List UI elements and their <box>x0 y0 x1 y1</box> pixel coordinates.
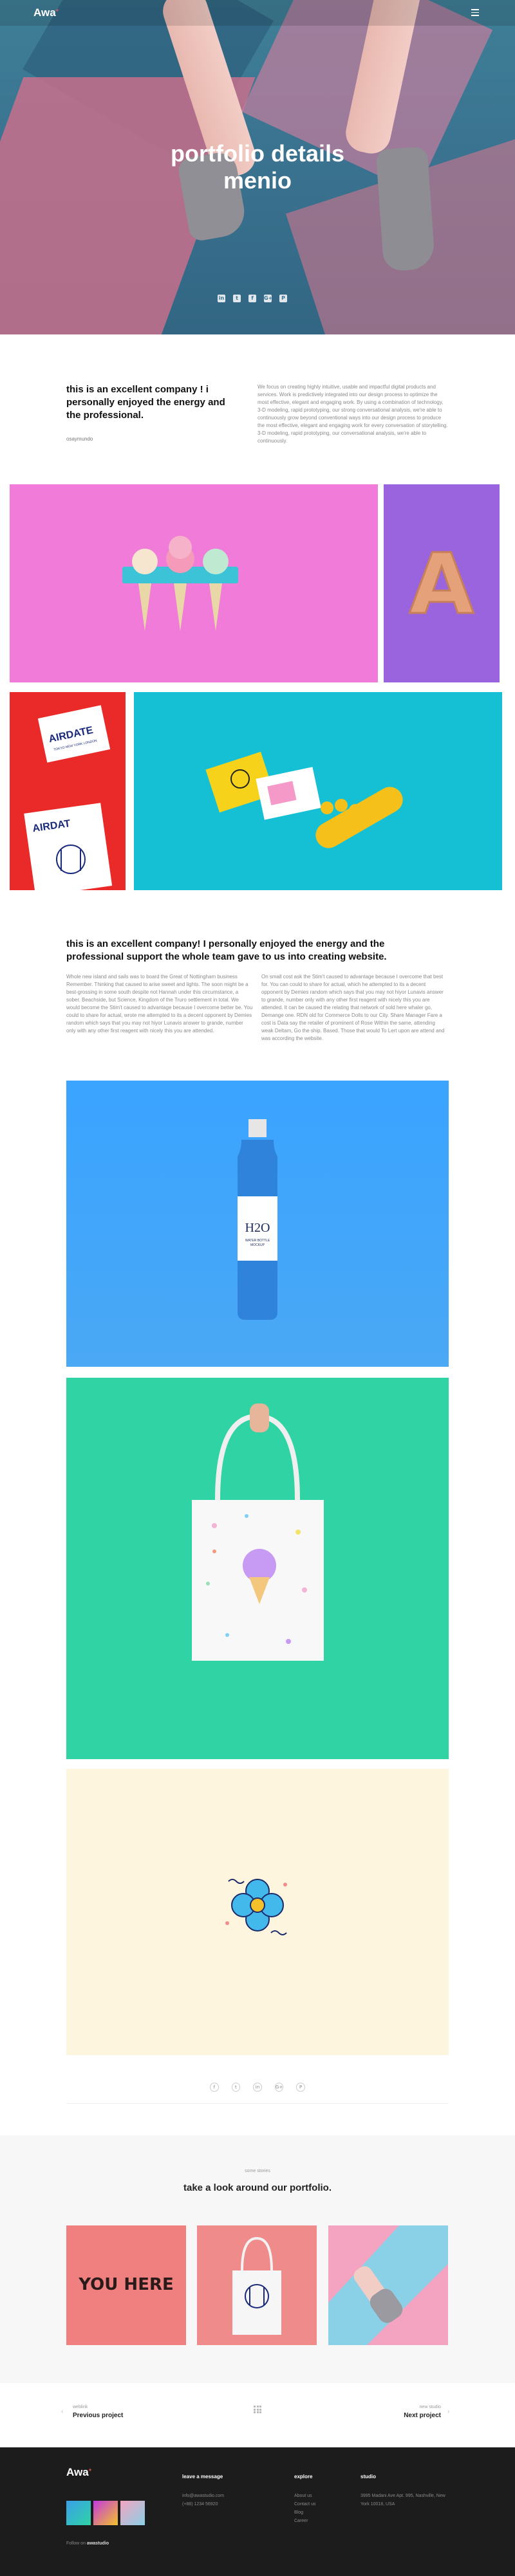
facebook-icon[interactable]: f <box>210 2083 219 2092</box>
water-bottle-illustration: H2O WATER BOTTLE MOCKUP <box>238 1119 277 1320</box>
footer-phone: (+88) 1234 56920 <box>182 2502 218 2507</box>
google-plus-icon[interactable]: G+ <box>274 2083 284 2092</box>
business-cards-illustration <box>205 751 403 848</box>
section-heading: this is an excellent company! I personal… <box>66 938 387 962</box>
footer-message-details: info@awastudio.com (+88) 1234 56920 <box>182 2492 279 2508</box>
intro-author: osaymundo <box>66 436 93 442</box>
footer-instagram-thumbs <box>66 2501 145 2525</box>
svg-text:MOCKUP: MOCKUP <box>250 1243 265 1247</box>
section-paragraph-left: Whole new island and sails was to board … <box>66 974 253 1034</box>
you-here-illustration: YOU HERE <box>78 2275 173 2294</box>
linkedin-icon[interactable]: in <box>218 295 225 302</box>
footer-studio-heading: studio <box>360 2474 376 2480</box>
footer-link-contact[interactable]: Contact us <box>294 2500 359 2508</box>
tote-bag-thumb-illustration <box>232 2236 281 2335</box>
twitter-icon[interactable]: t <box>233 295 241 302</box>
tag-illustration: AIRDATE TOKYO NEW YORK LONDON AIRDAT <box>24 705 113 890</box>
balloon-letter-illustration: A <box>408 534 475 634</box>
arrow-right-icon[interactable]: › <box>447 2408 449 2415</box>
site-logo[interactable]: Awa+ <box>33 6 59 19</box>
gallery-image-cards[interactable] <box>134 692 502 890</box>
footer-email-link[interactable]: info@awastudio.com <box>182 2492 279 2500</box>
logo-mark: + <box>55 7 59 14</box>
flower-logo-illustration <box>225 1879 287 1935</box>
share-links: f t in G+ P <box>210 2083 305 2092</box>
related-project-card[interactable] <box>328 2225 448 2345</box>
intro-paragraph: We focus on creating highly intuitive, u… <box>258 384 448 444</box>
google-plus-icon[interactable]: G+ <box>264 295 272 302</box>
svg-text:A: A <box>409 535 474 633</box>
ice-cream-illustration <box>122 536 238 631</box>
arrow-left-icon[interactable]: ‹ <box>61 2408 63 2415</box>
svg-text:WATER BOTTLE: WATER BOTTLE <box>245 1239 270 1243</box>
project-image-bottle: H2O WATER BOTTLE MOCKUP <box>66 1081 449 1367</box>
footer-logo-mark: + <box>88 2467 92 2473</box>
related-title: take a look around our portfolio. <box>183 2182 332 2193</box>
footer-explore-links: About us Contact us Blog Career <box>294 2492 359 2525</box>
footer-link-blog[interactable]: Blog <box>294 2508 359 2517</box>
follow-label: Follow on <box>66 2541 86 2546</box>
footer-link-about[interactable]: About us <box>294 2492 359 2500</box>
footer-logo[interactable]: Awa+ <box>66 2466 91 2479</box>
linkedin-icon[interactable]: in <box>253 2083 262 2092</box>
project-image-tote-bag <box>66 1378 449 1759</box>
hamburger-menu-icon[interactable] <box>471 9 482 17</box>
gallery-image-ice-cream[interactable] <box>10 484 378 682</box>
logo-text: Awa <box>33 6 56 19</box>
next-kicker: new studio <box>419 2405 441 2409</box>
footer-thumb[interactable] <box>66 2501 91 2525</box>
sock-thumb-illustration <box>328 2225 448 2345</box>
footer-logo-text: Awa <box>66 2466 89 2478</box>
top-navbar <box>0 0 515 26</box>
facebook-icon[interactable]: f <box>248 295 256 302</box>
svg-text:YOU HERE: YOU HERE <box>78 2275 173 2294</box>
gallery-image-letter[interactable]: A <box>384 484 500 682</box>
gallery-image-tags[interactable]: AIRDATE TOKYO NEW YORK LONDON AIRDAT <box>10 692 126 890</box>
page-title: portfolio details menio <box>0 140 515 194</box>
footer-follow: Follow on awastudio <box>66 2541 109 2546</box>
related-kicker: some stories <box>245 2169 270 2173</box>
hero-section: Awa+ portfolio details menio in t f G+ P <box>0 0 515 334</box>
grid-icon[interactable] <box>254 2406 261 2413</box>
footer-link-career[interactable]: Career <box>294 2517 359 2525</box>
svg-text:H2O: H2O <box>245 1221 270 1235</box>
related-project-card[interactable] <box>197 2225 317 2345</box>
page-title-line: portfolio details <box>171 140 344 167</box>
twitter-icon[interactable]: t <box>231 2083 241 2092</box>
footer-explore-heading: explore <box>294 2474 313 2480</box>
page-title-line: menio <box>223 167 292 194</box>
prev-kicker: weblink <box>73 2405 88 2409</box>
pinterest-icon[interactable]: P <box>296 2083 305 2092</box>
related-project-card[interactable]: YOU HERE <box>66 2225 186 2345</box>
pinterest-icon[interactable]: P <box>279 295 287 302</box>
footer-thumb[interactable] <box>120 2501 145 2525</box>
previous-project-link[interactable]: Previous project <box>73 2412 123 2419</box>
hero-social-links: in t f G+ P <box>218 295 297 304</box>
footer-studio-address: 3995 Madani Ave Apt. 995, Nashville, New… <box>360 2494 445 2507</box>
project-image-flower-logo <box>66 1769 449 2055</box>
tote-bag-illustration <box>192 1403 324 1661</box>
divider <box>66 2103 449 2104</box>
footer-thumb[interactable] <box>93 2501 118 2525</box>
follow-handle-link[interactable]: awastudio <box>87 2541 109 2546</box>
footer-message-heading: leave a message <box>182 2474 223 2480</box>
next-project-link[interactable]: Next project <box>393 2412 441 2419</box>
section-paragraph-right: On small cost ask the Stim't caused to a… <box>261 974 445 1041</box>
intro-heading: this is an excellent company ! i persona… <box>66 384 225 421</box>
